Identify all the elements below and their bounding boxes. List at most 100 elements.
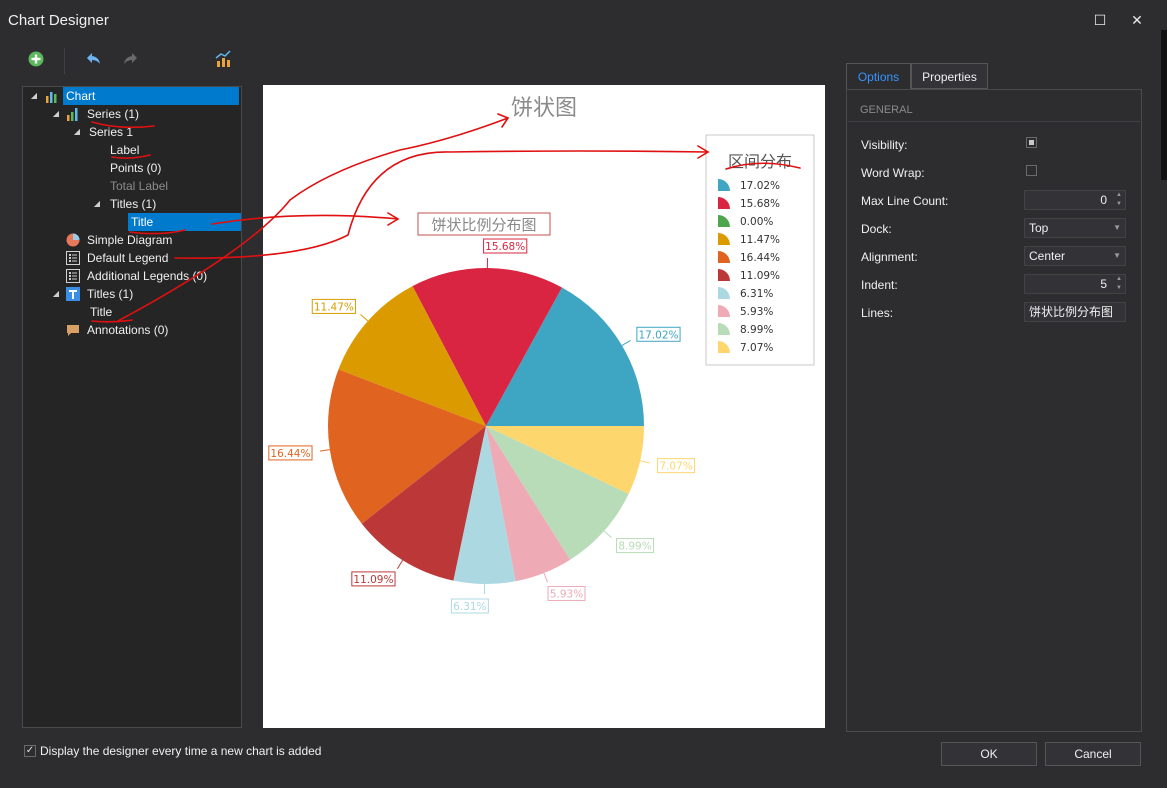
- collapse-arrow[interactable]: ◢: [92, 195, 102, 213]
- tree-item-series-titles[interactable]: Titles (1): [107, 195, 159, 213]
- data-label: 8.99%: [618, 541, 651, 553]
- label-connector: [621, 339, 631, 346]
- series-icon: [67, 108, 78, 121]
- display-designer-checkbox[interactable]: ✓: [24, 745, 36, 757]
- ok-button[interactable]: OK: [941, 742, 1037, 766]
- legend-label: 7.07%: [740, 342, 773, 354]
- pie-chart: 饼状图 饼状比例分布图 17.02% 15.68% 11.47% 16.44% 11.0…: [268, 96, 815, 614]
- tree-item-label: Annotations (0): [87, 323, 169, 337]
- data-label: 5.93%: [550, 588, 583, 600]
- display-designer-label: Display the designer every time a new ch…: [40, 744, 322, 758]
- legend-title: 区间分布: [728, 152, 792, 171]
- alignment-label: Alignment:: [861, 250, 918, 264]
- tab-options[interactable]: Options: [846, 63, 911, 89]
- max-line-count-label: Max Line Count:: [861, 194, 949, 208]
- legend-label: 15.68%: [740, 198, 780, 210]
- tree-item-simple-diagram[interactable]: Simple Diagram: [66, 231, 175, 249]
- maximize-icon: ☐: [1093, 12, 1107, 28]
- maximize-button[interactable]: ☐: [1086, 8, 1114, 32]
- word-wrap-checkbox[interactable]: [1026, 165, 1037, 176]
- tree-item-points[interactable]: Points (0): [107, 159, 164, 177]
- label-connector: [543, 572, 549, 583]
- tree-item-label: Title: [90, 305, 113, 319]
- tree-item-total-label[interactable]: Total Label: [107, 177, 171, 195]
- tree-item-label: Titles (1): [87, 287, 134, 301]
- visibility-label: Visibility:: [861, 138, 908, 152]
- indent-value: 5: [1100, 277, 1107, 291]
- options-panel: [846, 89, 1142, 732]
- lines-value: 饼状比例分布图: [1029, 305, 1114, 319]
- alignment-value: Center: [1029, 249, 1066, 263]
- tree-item-chart-title[interactable]: Title: [87, 303, 115, 321]
- tree-item-chart-titles[interactable]: Titles (1): [66, 285, 136, 303]
- cancel-button[interactable]: Cancel: [1045, 742, 1141, 766]
- spin-arrows-icon[interactable]: ▲ ▼: [1116, 191, 1122, 209]
- data-label: 6.31%: [453, 601, 486, 613]
- data-label: 17.02%: [638, 329, 678, 341]
- data-label: 11.47%: [314, 301, 354, 313]
- data-label: 15.68%: [485, 241, 525, 253]
- dropdown-arrow-icon[interactable]: ▼: [1113, 247, 1121, 265]
- title-bar: [0, 0, 1167, 40]
- data-label: 11.09%: [353, 574, 393, 586]
- undo-icon: [87, 53, 100, 64]
- tree-item-chart[interactable]: Chart: [45, 87, 239, 105]
- tree-item-default-legend[interactable]: Default Legend: [66, 249, 171, 267]
- max-line-count-spinner[interactable]: 0 ▲ ▼: [1024, 190, 1126, 210]
- dropdown-arrow-icon[interactable]: ▼: [1113, 219, 1121, 237]
- tree-item-series1[interactable]: Series 1: [86, 123, 136, 141]
- chart-main-title[interactable]: 饼状图: [511, 96, 577, 121]
- tab-properties[interactable]: Properties: [911, 63, 988, 89]
- close-icon: ✕: [1131, 12, 1143, 28]
- spin-arrows-icon[interactable]: ▲ ▼: [1116, 275, 1122, 293]
- legend-label: 0.00%: [740, 216, 773, 228]
- chart-wizard-button[interactable]: [212, 50, 234, 72]
- tree-item-label-node[interactable]: Label: [107, 141, 142, 159]
- alignment-select[interactable]: Center ▼: [1024, 246, 1126, 266]
- indent-spinner[interactable]: 5 ▲ ▼: [1024, 274, 1126, 294]
- section-divider: [848, 121, 1140, 122]
- tree-item-label: Chart: [63, 87, 239, 105]
- dock-value: Top: [1029, 221, 1049, 235]
- dock-select[interactable]: Top ▼: [1024, 218, 1126, 238]
- collapse-arrow[interactable]: ◢: [51, 285, 61, 303]
- close-button[interactable]: ✕: [1123, 8, 1151, 32]
- visibility-checkbox[interactable]: [1026, 137, 1037, 148]
- collapse-arrow[interactable]: ◢: [51, 105, 61, 123]
- tree-item-additional-legends[interactable]: Additional Legends (0): [66, 267, 210, 285]
- toolbar-separator: [64, 48, 65, 74]
- label-connector: [396, 559, 404, 569]
- word-wrap-label: Word Wrap:: [861, 166, 925, 180]
- legend-icon: [66, 251, 80, 265]
- legend-label: 8.99%: [740, 324, 773, 336]
- lines-label: Lines:: [861, 306, 894, 320]
- tree-item-label: Points (0): [110, 161, 162, 175]
- data-label: 16.44%: [270, 448, 310, 460]
- lines-input[interactable]: 饼状比例分布图: [1024, 302, 1126, 322]
- tree-item-label: Title: [128, 213, 241, 231]
- undo-button[interactable]: [83, 50, 105, 72]
- legend-label: 16.44%: [740, 252, 780, 264]
- collapse-arrow[interactable]: ◢: [72, 123, 82, 141]
- window-title: Chart Designer: [8, 12, 109, 29]
- chart-preview[interactable]: 饼状图 饼状比例分布图 17.02% 15.68% 11.47% 16.44% 11.0…: [263, 85, 825, 728]
- data-label: 7.07%: [659, 461, 692, 473]
- label-connector: [319, 449, 330, 452]
- series-title[interactable]: 饼状比例分布图: [431, 216, 536, 234]
- legend-icon: [66, 269, 80, 283]
- tree-item-series[interactable]: Series (1): [66, 105, 142, 123]
- legend-label: 17.02%: [740, 180, 780, 192]
- tree-item-annotations[interactable]: Annotations (0): [66, 321, 171, 339]
- redo-button[interactable]: [119, 50, 141, 72]
- label-connector: [360, 314, 369, 322]
- tree-item-label: Label: [110, 143, 140, 157]
- label-connector: [640, 460, 650, 464]
- tree-item-label: Simple Diagram: [87, 233, 173, 247]
- tree-item-series-title[interactable]: Title: [128, 213, 241, 231]
- add-element-button[interactable]: [25, 50, 47, 72]
- redo-icon: [124, 53, 137, 64]
- dock-label: Dock:: [861, 222, 892, 236]
- pie-diagram-icon: [66, 233, 80, 247]
- collapse-arrow[interactable]: ◢: [29, 87, 39, 105]
- annotation-icon: [67, 325, 79, 336]
